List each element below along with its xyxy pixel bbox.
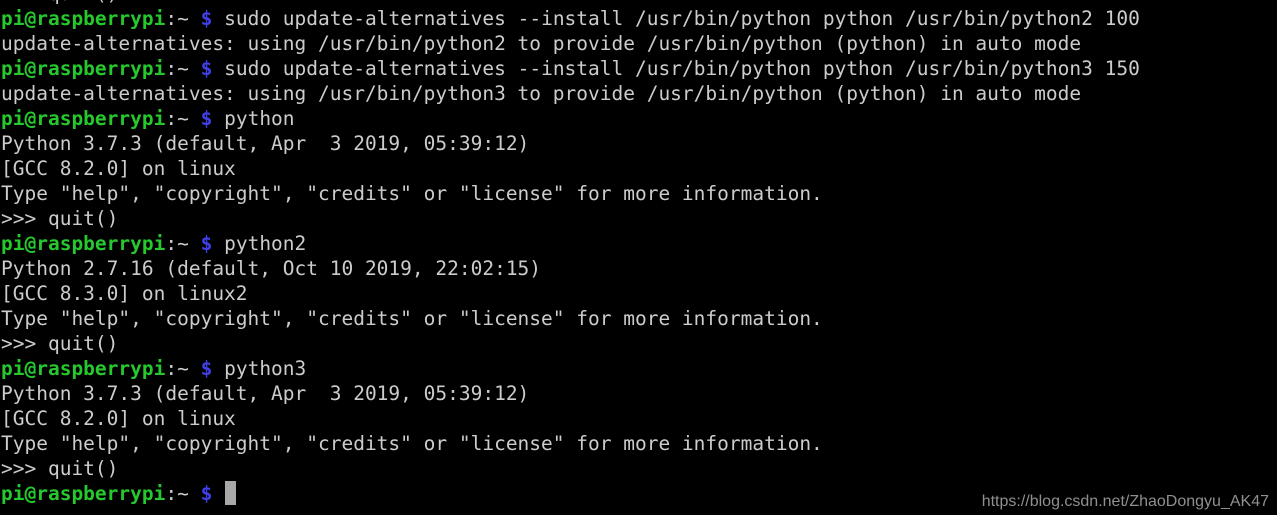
- terminal-prompt-line: pi@raspberrypi:~ $ sudo update-alternati…: [0, 6, 1277, 31]
- prompt-path: :~: [165, 107, 189, 130]
- terminal-output-line: Python 3.7.3 (default, Apr 3 2019, 05:39…: [0, 381, 1277, 406]
- output-text: Type "help", "copyright", "credits" or "…: [1, 307, 823, 330]
- output-text: Python 2.7.16 (default, Oct 10 2019, 22:…: [1, 257, 542, 280]
- prompt-dollar-icon: $: [200, 482, 213, 505]
- command-text: python: [212, 107, 295, 130]
- terminal-screen[interactable]: >>> quit()pi@raspberrypi:~ $ sudo update…: [0, 0, 1277, 506]
- command-text: python2: [212, 232, 307, 255]
- terminal-prompt-line: pi@raspberrypi:~ $ python3: [0, 356, 1277, 381]
- prompt-dollar-icon: $: [200, 7, 213, 30]
- output-text: >>> quit(): [1, 332, 119, 355]
- output-text: Python 3.7.3 (default, Apr 3 2019, 05:39…: [1, 132, 530, 155]
- prompt-userhost: pi@raspberrypi: [1, 482, 166, 505]
- watermark-url: https://blog.csdn.net/ZhaoDongyu_AK47: [981, 493, 1269, 510]
- output-text: [GCC 8.2.0] on linux: [1, 407, 236, 430]
- prompt-path: :~: [165, 57, 189, 80]
- output-text: >>> quit(): [1, 207, 119, 230]
- prompt-dollar-icon: $: [200, 357, 213, 380]
- terminal-output-line: Type "help", "copyright", "credits" or "…: [0, 181, 1277, 206]
- terminal-output-line: [GCC 8.3.0] on linux2: [0, 281, 1277, 306]
- terminal-output-line: >>> quit(): [0, 456, 1277, 481]
- terminal-prompt-line: pi@raspberrypi:~ $ sudo update-alternati…: [0, 56, 1277, 81]
- output-text: Type "help", "copyright", "credits" or "…: [1, 182, 823, 205]
- terminal-output-line: Python 2.7.16 (default, Oct 10 2019, 22:…: [0, 256, 1277, 281]
- output-text: [GCC 8.3.0] on linux2: [1, 282, 248, 305]
- command-text: python3: [212, 357, 307, 380]
- output-text: >>> quit(): [1, 0, 118, 5]
- terminal-window[interactable]: >>> quit()pi@raspberrypi:~ $ sudo update…: [0, 0, 1277, 515]
- terminal-output-line: [GCC 8.2.0] on linux: [0, 156, 1277, 181]
- prompt-path: :~: [165, 7, 189, 30]
- prompt-userhost: pi@raspberrypi: [1, 232, 166, 255]
- prompt-userhost: pi@raspberrypi: [1, 107, 166, 130]
- prompt-path: :~: [165, 232, 189, 255]
- terminal-output-line: >>> quit(): [0, 331, 1277, 356]
- terminal-output-line: update-alternatives: using /usr/bin/pyth…: [0, 81, 1277, 106]
- text-cursor[interactable]: [225, 481, 237, 505]
- terminal-output-line: Type "help", "copyright", "credits" or "…: [0, 306, 1277, 331]
- terminal-output-line: >>> quit(): [0, 206, 1277, 231]
- command-text: sudo update-alternatives --install /usr/…: [212, 7, 1140, 30]
- terminal-prompt-line: pi@raspberrypi:~ $ python: [0, 106, 1277, 131]
- terminal-output-line: [GCC 8.2.0] on linux: [0, 406, 1277, 431]
- prompt-dollar-icon: $: [200, 107, 213, 130]
- prompt-path: :~: [165, 482, 189, 505]
- output-text: update-alternatives: using /usr/bin/pyth…: [1, 32, 1082, 55]
- output-text: Python 3.7.3 (default, Apr 3 2019, 05:39…: [1, 382, 530, 405]
- terminal-output-line: Type "help", "copyright", "credits" or "…: [0, 431, 1277, 456]
- output-text: Type "help", "copyright", "credits" or "…: [1, 432, 823, 455]
- prompt-userhost: pi@raspberrypi: [1, 57, 166, 80]
- command-text: sudo update-alternatives --install /usr/…: [212, 57, 1140, 80]
- output-text: >>> quit(): [1, 457, 119, 480]
- terminal-prompt-line: pi@raspberrypi:~ $ python2: [0, 231, 1277, 256]
- prompt-userhost: pi@raspberrypi: [1, 357, 166, 380]
- prompt-userhost: pi@raspberrypi: [1, 7, 166, 30]
- terminal-output-line: update-alternatives: using /usr/bin/pyth…: [0, 31, 1277, 56]
- prompt-dollar-icon: $: [200, 232, 213, 255]
- prompt-dollar-icon: $: [200, 57, 213, 80]
- output-text: [GCC 8.2.0] on linux: [1, 157, 236, 180]
- terminal-output-line: Python 3.7.3 (default, Apr 3 2019, 05:39…: [0, 131, 1277, 156]
- command-text: [212, 482, 224, 505]
- output-text: update-alternatives: using /usr/bin/pyth…: [1, 82, 1082, 105]
- prompt-path: :~: [165, 357, 189, 380]
